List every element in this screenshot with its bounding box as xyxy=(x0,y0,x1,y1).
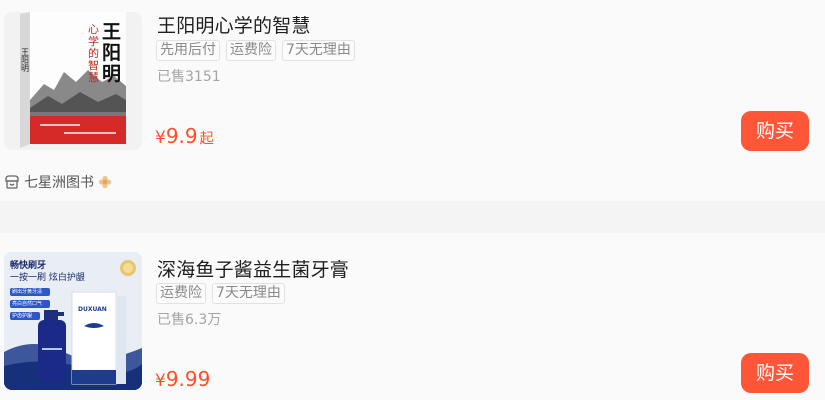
tag-pay-later: 先用后付 xyxy=(156,40,220,61)
promo-feature-2: 亮白自然口气 xyxy=(12,301,43,307)
service-tags: 先用后付 运费险 7天无理由 xyxy=(156,40,355,61)
promo-feature-3: 护齿护龈 xyxy=(12,313,33,319)
promo-slogan: 一按一刷 炫白护龈 xyxy=(10,273,85,283)
product-card-2[interactable]: 畅快刷牙 一按一刷 炫白护龈 刷出牙黄牙渍 亮白自然口气 护齿护龈 DUXUAN… xyxy=(0,233,825,400)
currency-symbol: ¥ xyxy=(155,371,166,391)
brand-label: DUXUAN xyxy=(78,306,107,313)
sold-count: 已售3151 xyxy=(157,69,221,85)
tag-7day-return: 7天无理由 xyxy=(282,40,355,61)
product-title[interactable]: 王阳明心学的智慧 xyxy=(157,11,311,38)
book-cover-subtitle: 心学的智慧 xyxy=(88,23,99,84)
shop-name[interactable]: 七星洲图书 xyxy=(24,172,94,192)
price-value: 9.9 xyxy=(165,124,198,148)
product-card-1[interactable]: 王阳明 王阳明 心学的智慧 王阳明心学的智慧 先用后付 运费险 7天无理由 已售… xyxy=(0,0,825,201)
buy-button[interactable]: 购买 xyxy=(741,111,809,151)
price-value: 9.99 xyxy=(165,367,211,391)
svg-text:王阳明: 王阳明 xyxy=(21,48,30,73)
price: ¥9.9 起 xyxy=(155,124,214,148)
tag-7day-return: 7天无理由 xyxy=(212,283,285,304)
product-title[interactable]: 深海鱼子酱益生菌牙膏 xyxy=(157,255,349,282)
tag-shipping-insurance: 运费险 xyxy=(156,283,206,304)
flower-badge-icon xyxy=(98,175,112,189)
promo-feature-1: 刷出牙黄牙渍 xyxy=(12,289,43,295)
service-tags: 运费险 7天无理由 xyxy=(156,283,285,304)
shop-icon xyxy=(5,175,19,189)
shop-link[interactable]: 七星洲图书 xyxy=(4,172,112,192)
currency-symbol: ¥ xyxy=(155,128,166,148)
product-image-book[interactable]: 王阳明 王阳明 心学的智慧 xyxy=(4,12,142,150)
product-image-toothpaste[interactable]: 畅快刷牙 一按一刷 炫白护龈 刷出牙黄牙渍 亮白自然口气 护齿护龈 DUXUAN xyxy=(4,252,142,390)
sold-count: 已售6.3万 xyxy=(157,312,222,328)
buy-button[interactable]: 购买 xyxy=(741,353,809,393)
book-cover-title: 王阳明 xyxy=(102,21,122,85)
tag-shipping-insurance: 运费险 xyxy=(226,40,276,61)
price: ¥9.99 xyxy=(155,367,210,391)
price-suffix: 起 xyxy=(199,131,214,147)
